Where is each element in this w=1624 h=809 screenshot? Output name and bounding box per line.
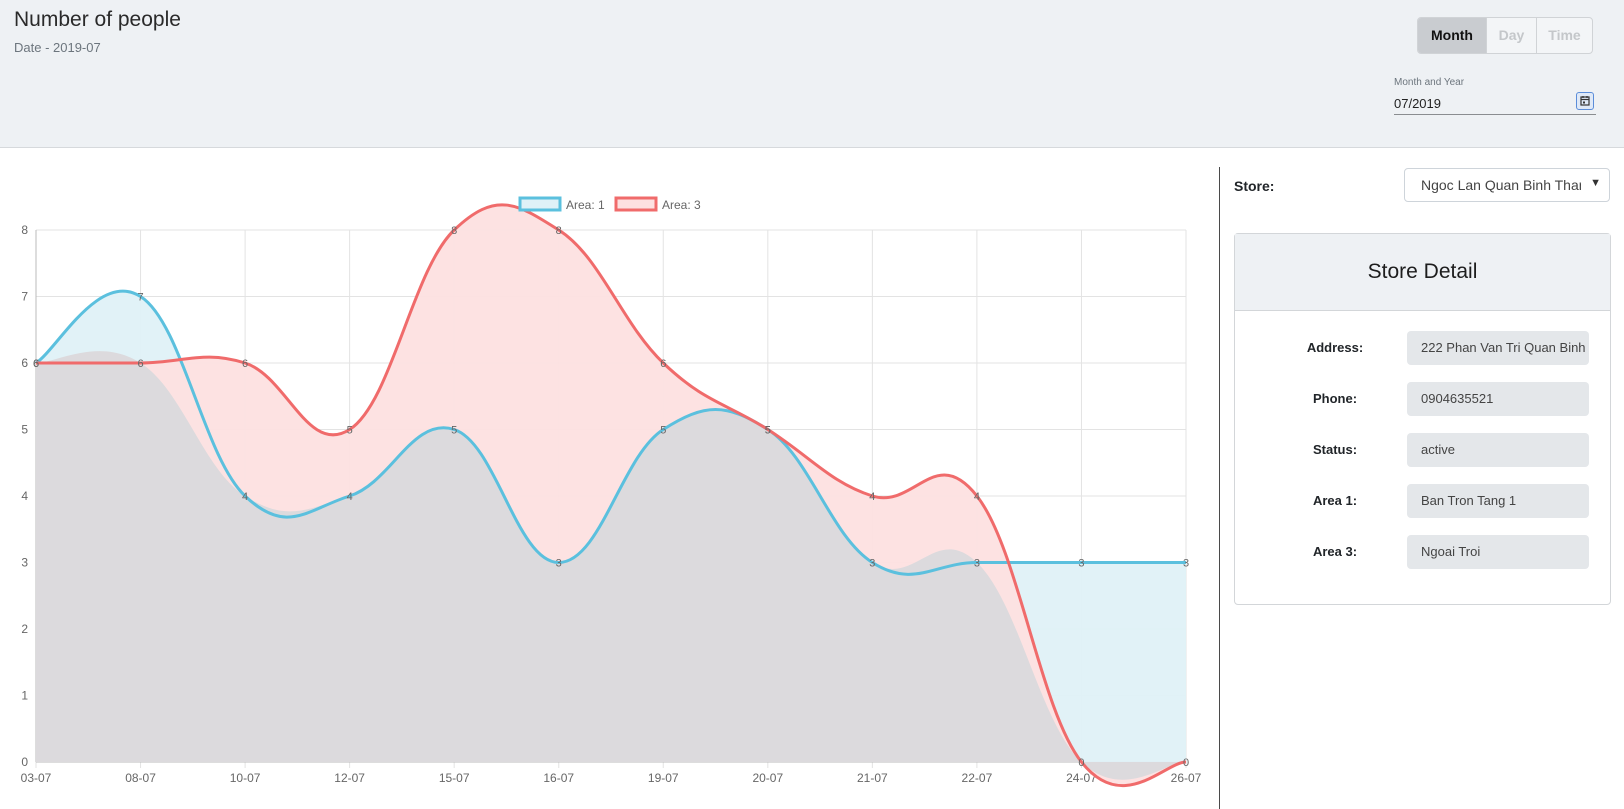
status-field: active xyxy=(1407,433,1589,467)
legend-label: Area: 1 xyxy=(566,198,605,212)
view-mode-toggle: Month Day Time xyxy=(1417,17,1593,54)
people-chart-svg: 0 1 2 3 4 5 6 7 8 03-07 08-07 10-07 12-07 15-07 16-07 1… xyxy=(21,196,1202,788)
x-tick-label: 15-07 xyxy=(439,771,470,785)
store-label: Store: xyxy=(1234,178,1275,194)
address-row: Address: 222 Phan Van Tri Quan Binh Than… xyxy=(1235,331,1612,365)
data-label: 3 xyxy=(869,558,875,570)
page-title: Number of people xyxy=(14,8,181,31)
data-label: 4 xyxy=(869,491,875,503)
panel-divider xyxy=(1219,167,1220,809)
data-label: 6 xyxy=(242,358,248,370)
area-3-field: Ngoai Troi xyxy=(1407,535,1589,569)
x-tick-label: 19-07 xyxy=(648,771,679,785)
address-field: 222 Phan Van Tri Quan Binh Thanh xyxy=(1407,331,1589,365)
day-mode-button[interactable]: Day xyxy=(1486,18,1536,53)
people-chart: 0 1 2 3 4 5 6 7 8 03-07 08-07 10-07 12-07 15-07 16-07 1… xyxy=(0,190,1215,809)
status-label: Status: xyxy=(1312,442,1358,457)
data-label: 4 xyxy=(347,491,353,503)
data-label: 4 xyxy=(242,491,248,503)
time-mode-button[interactable]: Time xyxy=(1536,18,1592,53)
data-label: 5 xyxy=(660,425,666,437)
area-3-row: Area 3: Ngoai Troi xyxy=(1235,535,1612,569)
y-tick-label: 2 xyxy=(21,622,28,636)
store-select[interactable]: Ngoc Lan Quan Binh Thanh ▼ xyxy=(1404,168,1610,202)
x-tick-label: 22-07 xyxy=(962,771,993,785)
data-label: 8 xyxy=(556,225,562,237)
x-tick-label: 03-07 xyxy=(21,771,52,785)
x-tick-label: 21-07 xyxy=(857,771,888,785)
status-row: Status: active xyxy=(1235,433,1612,467)
data-label: 6 xyxy=(137,358,143,370)
x-tick-label: 10-07 xyxy=(230,771,261,785)
data-label: 0 xyxy=(1183,757,1189,769)
address-label: Address: xyxy=(1306,340,1364,355)
x-tick-label: 08-07 xyxy=(125,771,156,785)
month-year-input[interactable] xyxy=(1394,92,1596,115)
legend-swatch xyxy=(614,196,658,212)
page-subtitle: Date - 2019-07 xyxy=(14,40,101,55)
y-tick-label: 5 xyxy=(21,423,28,437)
y-tick-label: 6 xyxy=(21,356,28,370)
data-label: 6 xyxy=(33,358,39,370)
data-label: 5 xyxy=(451,425,457,437)
phone-field: 0904635521 xyxy=(1407,382,1589,416)
area-1-label: Area 1: xyxy=(1312,493,1358,508)
y-tick-label: 7 xyxy=(21,290,28,304)
x-tick-label: 26-07 xyxy=(1171,771,1202,785)
data-label: 3 xyxy=(1183,558,1189,570)
calendar-icon[interactable] xyxy=(1576,92,1594,110)
data-label: 3 xyxy=(974,558,980,570)
store-detail-card: Store Detail Address: 222 Phan Van Tri Q… xyxy=(1234,233,1611,605)
phone-row: Phone: 0904635521 xyxy=(1235,382,1612,416)
y-tick-label: 0 xyxy=(21,755,28,769)
legend-swatch xyxy=(518,196,562,212)
data-label: 0 xyxy=(1078,757,1084,769)
legend-label: Area: 3 xyxy=(662,198,701,212)
page-header: Number of people Date - 2019-07 Month Da… xyxy=(0,0,1624,148)
area-3-label: Area 3: xyxy=(1312,544,1358,559)
phone-label: Phone: xyxy=(1312,391,1358,406)
dropdown-arrow-icon: ▼ xyxy=(1590,177,1601,189)
data-label: 6 xyxy=(660,358,666,370)
month-year-label: Month and Year xyxy=(1394,77,1465,88)
data-label: 5 xyxy=(347,425,353,437)
data-label: 4 xyxy=(974,491,980,503)
y-tick-label: 4 xyxy=(21,489,28,503)
x-tick-label: 16-07 xyxy=(543,771,574,785)
y-tick-label: 8 xyxy=(21,223,28,237)
data-label: 3 xyxy=(1078,558,1084,570)
area-1-row: Area 1: Ban Tron Tang 1 xyxy=(1235,484,1612,518)
y-tick-label: 1 xyxy=(21,689,28,703)
x-tick-label: 12-07 xyxy=(334,771,365,785)
month-mode-button[interactable]: Month xyxy=(1418,18,1486,53)
area-1-field: Ban Tron Tang 1 xyxy=(1407,484,1589,518)
data-label: 3 xyxy=(556,558,562,570)
store-detail-title: Store Detail xyxy=(1235,234,1610,311)
data-label: 7 xyxy=(137,292,143,304)
x-tick-label: 20-07 xyxy=(752,771,783,785)
data-label: 5 xyxy=(765,425,771,437)
data-label: 8 xyxy=(451,225,457,237)
y-tick-label: 3 xyxy=(21,556,28,570)
store-select-value: Ngoc Lan Quan Binh Thanh xyxy=(1421,177,1581,193)
